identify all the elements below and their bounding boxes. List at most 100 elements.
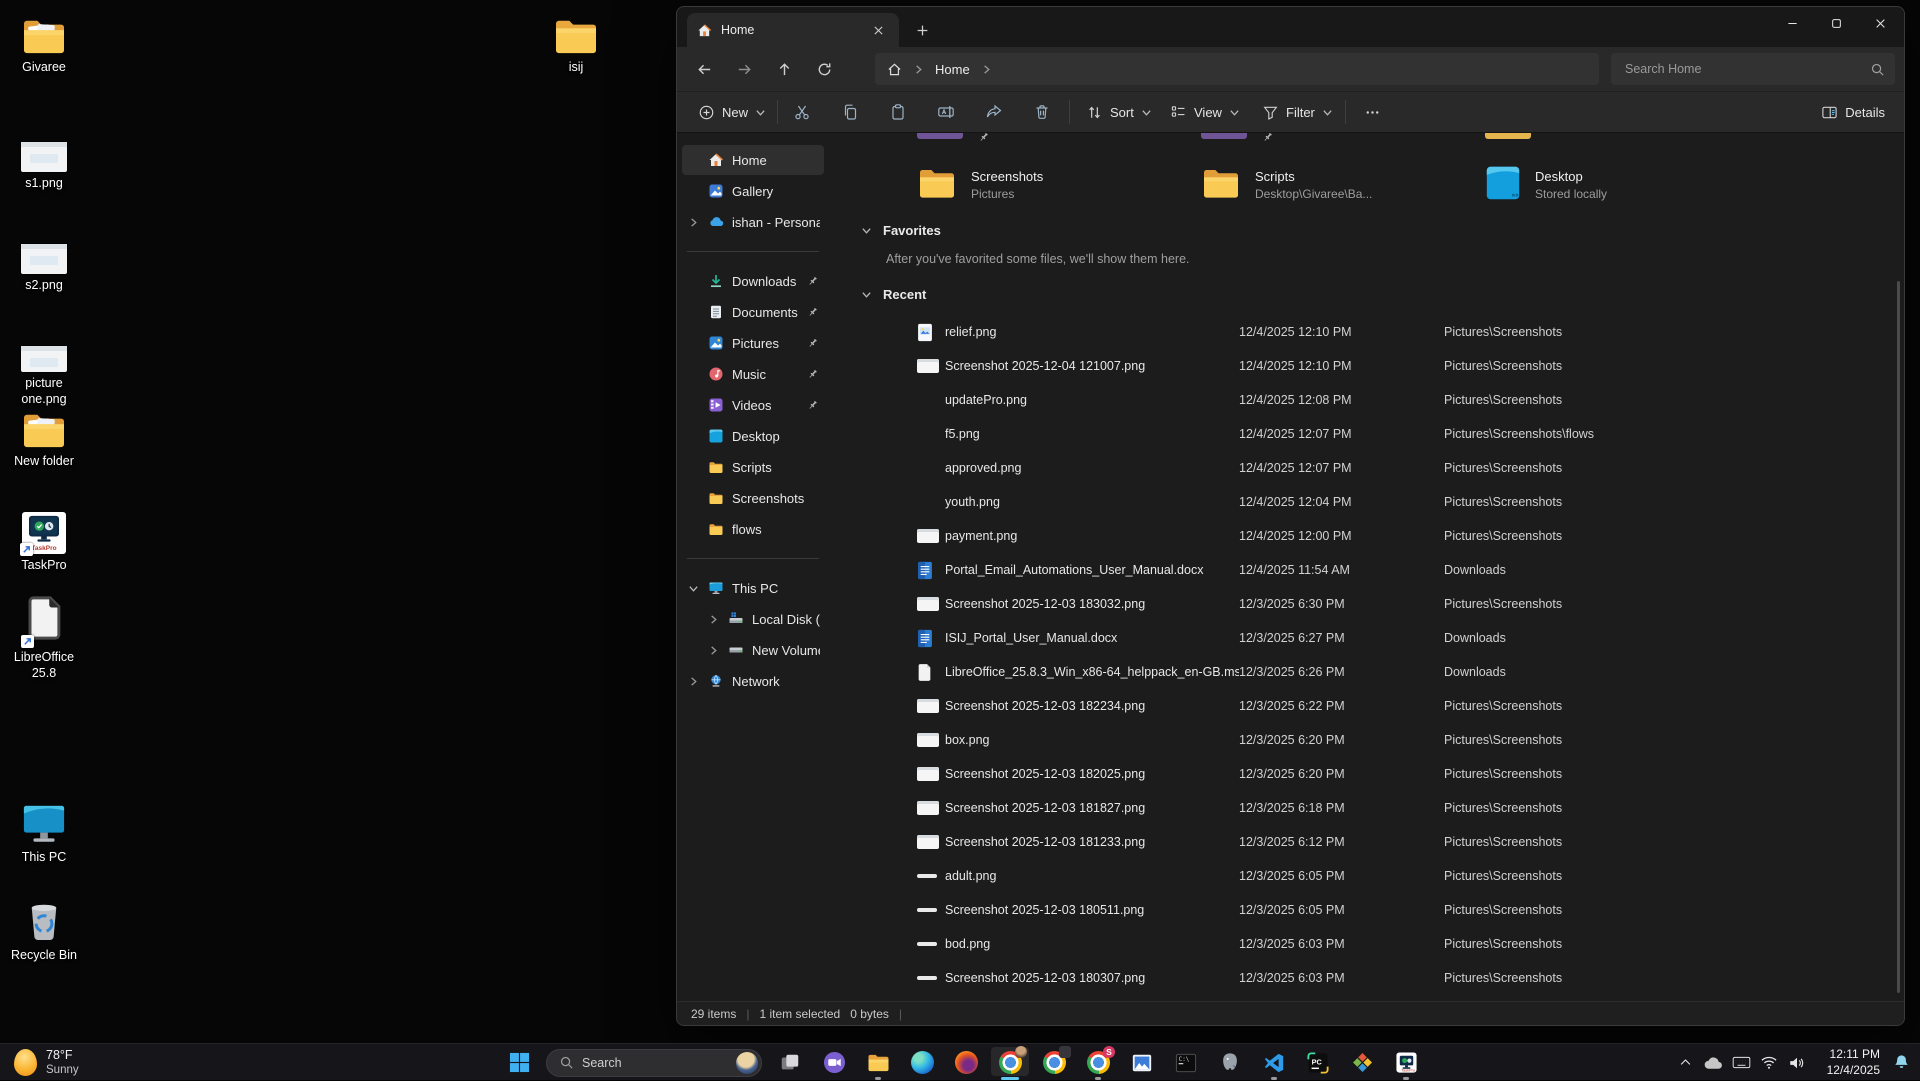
taskbar-app-git-extensions[interactable] [1340,1044,1384,1081]
cut-button[interactable] [783,97,821,127]
maximize-button[interactable] [1814,7,1858,39]
wifi-icon[interactable] [1756,1048,1782,1078]
tab-home[interactable]: Home [687,13,899,47]
file-row[interactable]: relief.png12/4/2025 12:10 PMPictures\Scr… [829,315,1888,349]
taskbar-search[interactable]: Search [546,1049,762,1077]
desktop-icon-picture-one-png[interactable]: picture one.png [6,324,82,407]
search-box[interactable] [1611,53,1895,85]
sidebar-item-this-pc[interactable]: This PC [682,573,824,603]
taskbar-app-pycharm[interactable]: PC [1296,1044,1340,1081]
recent-section-header[interactable]: Recent [861,287,926,302]
weather-widget[interactable]: 78°F Sunny [14,1046,79,1079]
sidebar-item-desktop[interactable]: Desktop [682,421,824,451]
sidebar-item-videos[interactable]: Videos [682,390,824,420]
sidebar-item-new-volume-d[interactable]: New Volume (D:) [682,635,824,665]
sidebar-item-documents[interactable]: Documents [682,297,824,327]
more-options-button[interactable] [1353,97,1391,127]
close-button[interactable] [1858,7,1902,39]
desktop-icon-givaree[interactable]: Givaree [6,8,82,76]
desktop-icon-recycle-bin[interactable]: Recycle Bin [6,896,82,964]
taskbar-app-file-explorer[interactable] [856,1044,900,1081]
chevron-right-icon[interactable] [706,614,720,625]
search-input[interactable] [1623,61,1870,77]
file-row[interactable]: payment.png12/4/2025 12:00 PMPictures\Sc… [829,519,1888,553]
chevron-right-icon[interactable] [913,64,924,75]
desktop-icon-new-folder[interactable]: New folder [6,402,82,470]
taskbar-app-chrome-profile-2[interactable] [1032,1044,1076,1081]
touch-keyboard-icon[interactable] [1728,1048,1754,1078]
chevron-right-icon[interactable] [686,676,700,687]
taskbar-app-task-view[interactable] [768,1044,812,1081]
taskbar-app-chrome-profile-1[interactable] [988,1044,1032,1081]
desktop-icon-isij[interactable]: isij [538,8,614,76]
file-row[interactable]: Screenshot 2025-12-03 180307.png12/3/202… [829,961,1888,995]
desktop-icon-taskpro[interactable]: TaskProTaskPro [6,506,82,574]
file-row[interactable]: Screenshot 2025-12-03 180511.png12/3/202… [829,893,1888,927]
file-row[interactable]: updatePro.png12/4/2025 12:08 PMPictures\… [829,383,1888,417]
back-button[interactable] [687,53,721,85]
taskbar-app-chrome-profile-3[interactable]: S [1076,1044,1120,1081]
sidebar-item-local-disk-c[interactable]: Local Disk (C:) [682,604,824,634]
sidebar-item-network[interactable]: Network [682,666,824,696]
file-row[interactable]: Screenshot 2025-12-03 181233.png12/3/202… [829,825,1888,859]
chevron-down-icon[interactable] [861,225,872,236]
forward-button[interactable] [727,53,761,85]
sidebar-item-scripts[interactable]: Scripts [682,452,824,482]
up-button[interactable] [767,53,801,85]
copy-button[interactable] [831,97,869,127]
refresh-button[interactable] [807,53,841,85]
taskbar-app-postgresql[interactable] [1208,1044,1252,1081]
hidden-icons-chevron-icon[interactable] [1672,1048,1698,1078]
file-row[interactable]: Portal_Email_Automations_User_Manual.doc… [829,553,1888,587]
sidebar-item-flows[interactable]: flows [682,514,824,544]
onedrive-tray-icon[interactable] [1700,1048,1726,1078]
file-row[interactable]: bod.png12/3/2025 6:03 PMPictures\Screens… [829,927,1888,961]
file-row[interactable]: ISIJ_Portal_User_Manual.docx12/3/2025 6:… [829,621,1888,655]
vertical-scrollbar[interactable] [1897,281,1900,993]
favorites-section-header[interactable]: Favorites [861,223,941,238]
file-row[interactable]: Screenshot 2025-12-04 121007.png12/4/202… [829,349,1888,383]
home-tile-screenshots[interactable]: ScreenshotsPictures [917,157,1043,213]
sidebar-item-pictures[interactable]: Pictures [682,328,824,358]
details-pane-button[interactable]: Details [1812,97,1894,127]
minimize-button[interactable] [1770,7,1814,39]
file-row[interactable]: Screenshot 2025-12-03 182025.png12/3/202… [829,757,1888,791]
taskbar-app-chat[interactable] [812,1044,856,1081]
sidebar-item-downloads[interactable]: Downloads [682,266,824,296]
paste-button[interactable] [879,97,917,127]
file-row[interactable]: Screenshot 2025-12-03 183032.png12/3/202… [829,587,1888,621]
start-button[interactable] [498,1044,540,1081]
rename-button[interactable] [927,97,965,127]
new-button[interactable]: New [689,97,775,127]
filter-button[interactable]: Filter [1253,97,1342,127]
breadcrumb[interactable]: Home [875,53,1599,85]
sidebar-item-music[interactable]: Music [682,359,824,389]
notifications-bell-icon[interactable] [1888,1048,1914,1078]
taskbar-app-terminal[interactable]: C:\ [1164,1044,1208,1081]
desktop-icon-libreoffice-25-8[interactable]: LibreOffice 25.8 [6,598,82,681]
taskbar-app-vscode[interactable] [1252,1044,1296,1081]
home-tile-scripts[interactable]: ScriptsDesktop\Givaree\Ba... [1201,157,1372,213]
sidebar-item-ishan-personal[interactable]: ishan - Personal [682,207,824,237]
chevron-right-icon[interactable] [981,64,992,75]
chevron-right-icon[interactable] [706,645,720,656]
breadcrumb-segment[interactable]: Home [935,62,970,77]
sidebar-item-screenshots[interactable]: Screenshots [682,483,824,513]
taskbar-app-edge[interactable] [900,1044,944,1081]
desktop-icon-this-pc[interactable]: This PC [6,798,82,866]
file-row[interactable]: adult.png12/3/2025 6:05 PMPictures\Scree… [829,859,1888,893]
sidebar-item-gallery[interactable]: Gallery [682,176,824,206]
taskbar-app-firefox[interactable] [944,1044,988,1081]
file-row[interactable]: approved.png12/4/2025 12:07 PMPictures\S… [829,451,1888,485]
breadcrumb-home-icon[interactable] [887,62,902,77]
desktop-icon-s1-png[interactable]: s1.png [6,124,82,192]
sort-button[interactable]: Sort [1077,97,1161,127]
new-tab-button[interactable] [911,19,933,41]
file-row[interactable]: Screenshot 2025-12-03 182234.png12/3/202… [829,689,1888,723]
file-row[interactable]: youth.png12/4/2025 12:04 PMPictures\Scre… [829,485,1888,519]
chevron-down-icon[interactable] [686,583,700,594]
clock[interactable]: 12:11 PM 12/4/2025 [1818,1047,1880,1078]
view-button[interactable]: View [1161,97,1249,127]
chevron-down-icon[interactable] [861,289,872,300]
desktop-icon-s2-png[interactable]: s2.png [6,226,82,294]
